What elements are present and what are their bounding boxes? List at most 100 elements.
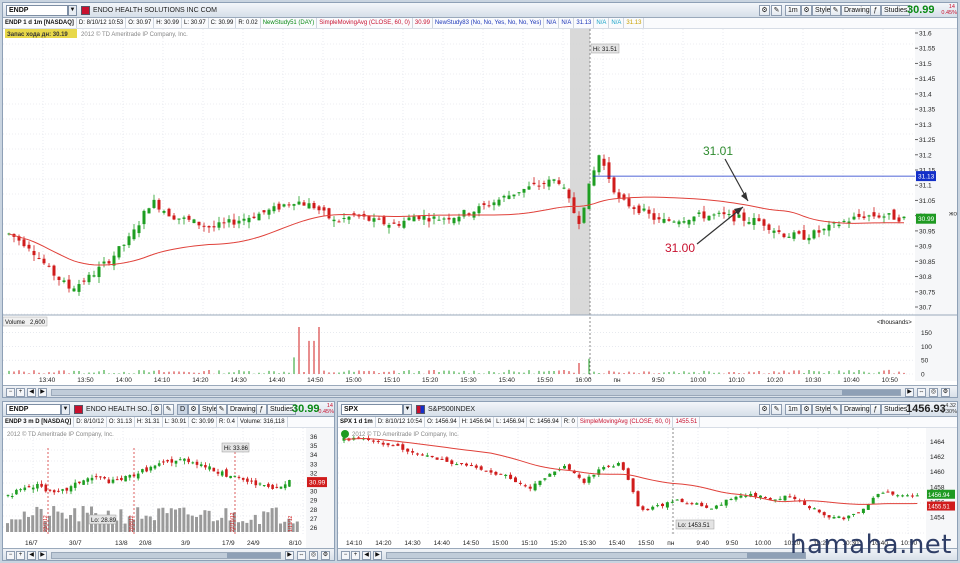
settings-icon[interactable]: ⚙ xyxy=(321,551,330,560)
study-bar-item: N/A xyxy=(594,18,610,28)
candle-body xyxy=(787,236,791,238)
volume-bar xyxy=(140,518,144,532)
zoom-out-icon[interactable]: − xyxy=(6,388,15,397)
scroll-right-icon[interactable]: ▶ xyxy=(38,551,47,560)
candle-body xyxy=(62,280,66,282)
expand-icon[interactable]: ⇔ xyxy=(297,551,306,560)
tools-icon[interactable]: ⚙ xyxy=(151,404,162,415)
symbol-dropdown-icon[interactable]: ▼ xyxy=(68,5,77,16)
symbol-input[interactable]: ENDP xyxy=(6,5,68,16)
period-button[interactable]: 1m xyxy=(785,404,801,415)
candle-body xyxy=(87,274,91,283)
left-daily-price-chart[interactable]: 2012 © TD Ameritrade IP Company, Inc. 23/… xyxy=(3,428,334,548)
candle-body xyxy=(896,495,900,497)
price-tick-label: 31.35 xyxy=(919,107,936,114)
drawings-icon[interactable]: ✎ xyxy=(216,404,227,415)
zoom-in-icon[interactable]: + xyxy=(16,388,25,397)
candle-body xyxy=(842,517,846,520)
time-tick-label: 10:10 xyxy=(728,377,745,384)
fit-icon[interactable]: ◎ xyxy=(929,388,938,397)
zoom-out-icon[interactable]: − xyxy=(6,551,15,560)
candle-body xyxy=(667,219,671,221)
symbol-dropdown-icon[interactable]: ▼ xyxy=(61,404,70,415)
spx-scrollbar[interactable] xyxy=(386,552,806,559)
candle-body xyxy=(128,474,132,478)
drawings-icon[interactable]: ✎ xyxy=(830,5,841,16)
zoom-in-icon[interactable]: + xyxy=(16,551,25,560)
drawing-tool-icon[interactable]: ✎ xyxy=(771,5,782,16)
company-name: S&P500INDEX xyxy=(428,406,476,413)
drawings-icon[interactable]: ✎ xyxy=(830,404,841,415)
candle-body xyxy=(773,499,777,501)
scroll-thumb[interactable] xyxy=(842,390,900,395)
zoom-out-icon[interactable]: − xyxy=(341,551,350,560)
link-color-icon[interactable] xyxy=(416,405,425,414)
price-tick-label: 27 xyxy=(310,516,318,523)
candle-body xyxy=(6,495,10,497)
tools-icon[interactable]: ⚙ xyxy=(759,5,770,16)
main-scrollbar[interactable] xyxy=(51,389,901,396)
fit-icon[interactable]: ◎ xyxy=(309,551,318,560)
volume-bar xyxy=(174,509,177,532)
price-tick-label: 30.85 xyxy=(919,259,936,266)
link-color-icon[interactable] xyxy=(74,405,83,414)
candle-body xyxy=(747,222,751,224)
candle-body xyxy=(455,464,459,466)
settings-icon[interactable]: ⚙ xyxy=(941,388,950,397)
scroll-end-icon[interactable]: ▶ xyxy=(905,388,914,397)
period-button[interactable]: 1m xyxy=(785,5,801,16)
style-icon[interactable]: ⚙ xyxy=(801,5,812,16)
time-tick-label: 9:40 xyxy=(696,540,709,547)
candle-body xyxy=(867,215,871,217)
time-tick-label: 10:50 xyxy=(882,377,899,384)
studies-icon[interactable]: ƒ xyxy=(870,404,881,415)
studies-button[interactable]: Studies xyxy=(881,5,911,16)
scroll-end-icon[interactable]: ▶ xyxy=(285,551,294,560)
price-badge-label: 30.99 xyxy=(309,480,326,487)
left-scrollbar[interactable] xyxy=(51,552,281,559)
studies-icon[interactable]: ƒ xyxy=(870,5,881,16)
candle-body xyxy=(502,195,506,198)
candle-body xyxy=(157,199,161,210)
period-button[interactable]: D xyxy=(177,404,189,415)
candle-body xyxy=(592,170,596,186)
candle-body xyxy=(532,182,536,185)
scroll-left-icon[interactable]: ◀ xyxy=(27,551,36,560)
scroll-right-icon[interactable]: ▶ xyxy=(38,388,47,397)
candle-body xyxy=(267,483,270,487)
study-bar-item: L: 1456.94 xyxy=(494,417,528,427)
candle-body xyxy=(397,223,401,226)
link-color-icon[interactable] xyxy=(81,6,90,15)
scroll-left-icon[interactable]: ◀ xyxy=(362,551,371,560)
candle-body xyxy=(229,475,232,479)
candle-body xyxy=(607,465,611,467)
candle-body xyxy=(207,226,211,228)
candle-body xyxy=(552,179,556,181)
candle-body xyxy=(162,210,166,213)
symbol-dropdown-icon[interactable]: ▼ xyxy=(403,404,412,415)
style-icon[interactable]: ⚙ xyxy=(188,404,199,415)
zoom-in-icon[interactable]: + xyxy=(351,551,360,560)
tools-icon[interactable]: ⚙ xyxy=(759,404,770,415)
studies-icon[interactable]: ƒ xyxy=(256,404,267,415)
expand-icon[interactable]: ⇔ xyxy=(917,388,926,397)
scroll-thumb[interactable] xyxy=(227,553,280,558)
candle-body xyxy=(897,217,901,222)
price-tick-label: 31.3 xyxy=(919,122,932,129)
candle-body xyxy=(27,244,31,249)
time-tick-label: 15:40 xyxy=(499,377,516,384)
time-tick-label: 24/9 xyxy=(247,540,260,547)
session-gap-highlight xyxy=(570,29,590,315)
scroll-right-icon[interactable]: ▶ xyxy=(373,551,382,560)
style-icon[interactable]: ⚙ xyxy=(801,404,812,415)
symbol-input[interactable]: SPX xyxy=(341,404,403,415)
volume-bar xyxy=(31,515,35,532)
candle-body xyxy=(906,495,909,497)
scroll-left-icon[interactable]: ◀ xyxy=(27,388,36,397)
volume-tick-label: 100 xyxy=(921,344,932,351)
symbol-input[interactable]: ENDP xyxy=(6,404,61,415)
main-price-chart[interactable]: Запас хода дн: 30.19 2012 © TD Ameritrade… xyxy=(3,29,957,384)
candle-body xyxy=(822,228,826,231)
drawing-tool-icon[interactable]: ✎ xyxy=(163,404,174,415)
drawing-tool-icon[interactable]: ✎ xyxy=(771,404,782,415)
